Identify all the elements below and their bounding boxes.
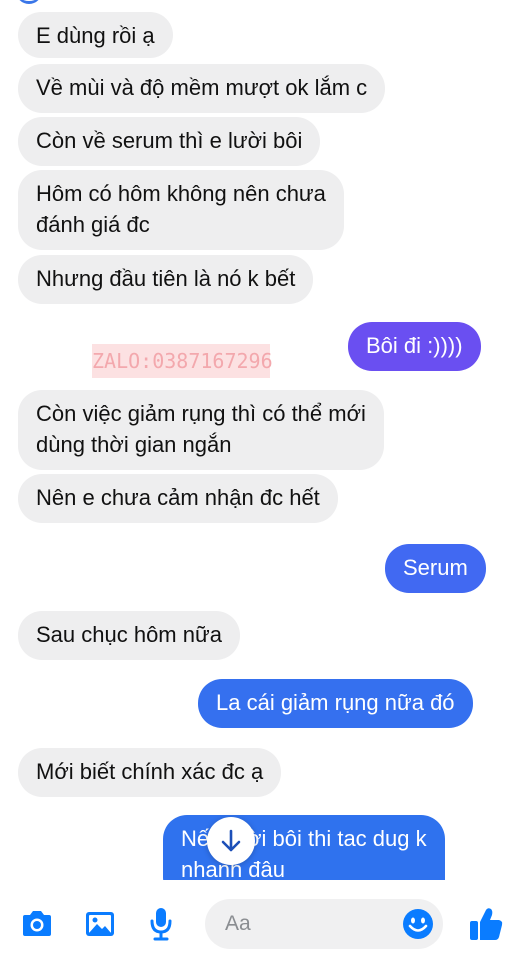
- arrow-down-icon: [221, 829, 241, 852]
- message-bubble-incoming: Còn về serum thì e lười bôi: [18, 117, 321, 166]
- message-composer: [0, 880, 524, 960]
- message-text: Mới biết chính xác đc ạ: [36, 759, 264, 784]
- message-text-line: Hôm có hôm không nên chưa: [36, 181, 326, 206]
- message-thread[interactable]: E dùng rồi ạ Về mùi và độ mềm mượt ok lắ…: [0, 0, 524, 880]
- message-bubble-outgoing: Bôi đi :)))): [348, 322, 481, 371]
- message-text-line: Còn việc giảm rụng thì có thể mới: [36, 401, 366, 426]
- emoji-icon[interactable]: [401, 907, 435, 941]
- message-bubble-incoming: Về mùi và độ mềm mượt ok lắm c: [18, 64, 386, 113]
- message-bubble-incoming: Hôm có hôm không nên chưa đánh giá đc: [18, 170, 344, 250]
- camera-icon[interactable]: [18, 906, 56, 942]
- message-text: Còn về serum thì e lười bôi: [36, 128, 303, 153]
- message-bubble-outgoing: La cái giảm rụng nữa đó: [198, 679, 473, 728]
- message-text: Sau chục hôm nữa: [36, 622, 222, 647]
- message-text: La cái giảm rụng nữa đó: [216, 690, 455, 715]
- message-input-field[interactable]: [205, 899, 443, 949]
- message-text: Bôi đi :)))): [366, 333, 463, 358]
- thumbs-up-icon[interactable]: [466, 904, 506, 944]
- message-input[interactable]: [225, 899, 385, 949]
- message-bubble-incoming: E dùng rồi ạ: [18, 12, 173, 58]
- message-text-line: đánh giá đc: [36, 212, 150, 237]
- message-text: Nên e chưa cảm nhận đc hết: [36, 485, 320, 510]
- message-text-line: dùng thời gian ngắn: [36, 432, 232, 457]
- watermark: ZALO:0387167296: [92, 344, 273, 378]
- message-bubble-incoming: Nên e chưa cảm nhận đc hết: [18, 474, 338, 523]
- message-bubble-outgoing: Nếu lười bôi thi tac dug k nhanh đâu: [163, 815, 445, 880]
- message-text: Nhưng đầu tiên là nó k bết: [36, 266, 296, 291]
- scroll-to-bottom-button[interactable]: [207, 817, 255, 865]
- message-bubble-incoming: Còn việc giảm rụng thì có thể mới dùng t…: [18, 390, 384, 470]
- microphone-icon[interactable]: [146, 904, 176, 944]
- message-bubble-incoming: Nhưng đầu tiên là nó k bết: [18, 255, 314, 304]
- avatar-edge: [16, 0, 42, 4]
- message-text: Về mùi và độ mềm mượt ok lắm c: [36, 75, 368, 100]
- message-text: Serum: [403, 555, 468, 580]
- message-text: E dùng rồi ạ: [36, 23, 155, 48]
- message-bubble-incoming: Sau chục hôm nữa: [18, 611, 240, 660]
- gallery-icon[interactable]: [82, 906, 118, 942]
- message-bubble-incoming: Mới biết chính xác đc ạ: [18, 748, 282, 797]
- message-bubble-outgoing: Serum: [385, 544, 486, 593]
